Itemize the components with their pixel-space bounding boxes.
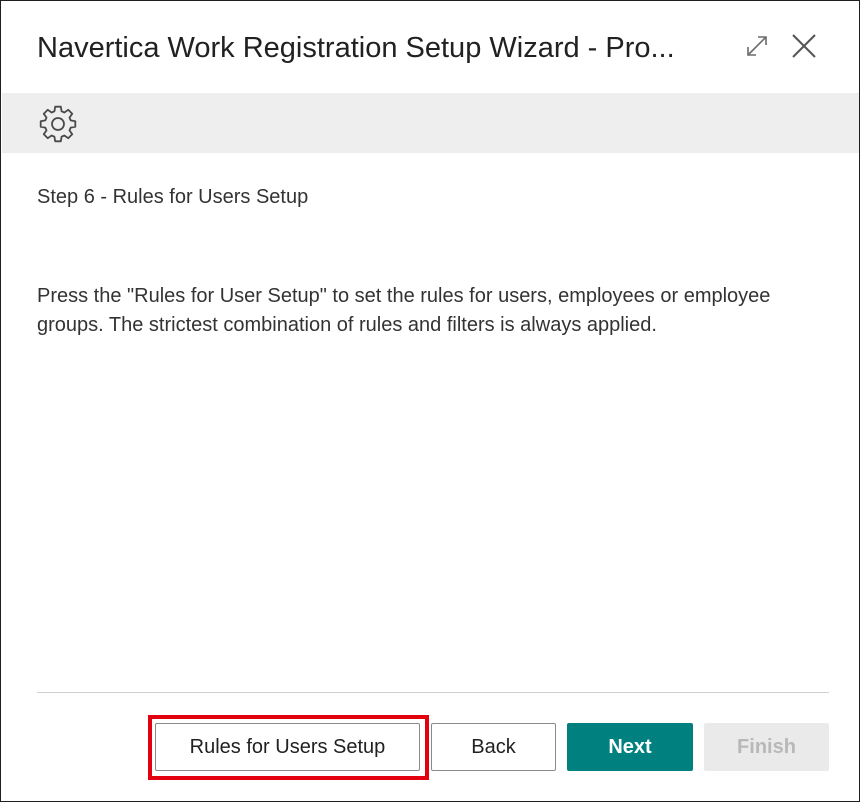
back-button[interactable]: Back bbox=[431, 723, 556, 771]
expand-button[interactable] bbox=[742, 31, 772, 61]
expand-icon bbox=[747, 36, 767, 56]
close-icon bbox=[792, 34, 816, 58]
dialog-title: Navertica Work Registration Setup Wizard… bbox=[37, 32, 675, 64]
step-instructions: Press the "Rules for User Setup" to set … bbox=[37, 285, 771, 336]
action-bar bbox=[2, 93, 859, 153]
step-title: Step 6 - Rules for Users Setup bbox=[37, 186, 309, 208]
rules-for-users-setup-button[interactable]: Rules for Users Setup bbox=[155, 723, 420, 771]
close-button[interactable] bbox=[789, 31, 819, 61]
finish-button: Finish bbox=[704, 723, 829, 771]
wizard-dialog: Navertica Work Registration Setup Wizard… bbox=[0, 0, 860, 802]
next-button[interactable]: Next bbox=[567, 723, 693, 771]
footer-divider bbox=[37, 692, 829, 693]
gear-icon[interactable] bbox=[38, 104, 78, 144]
